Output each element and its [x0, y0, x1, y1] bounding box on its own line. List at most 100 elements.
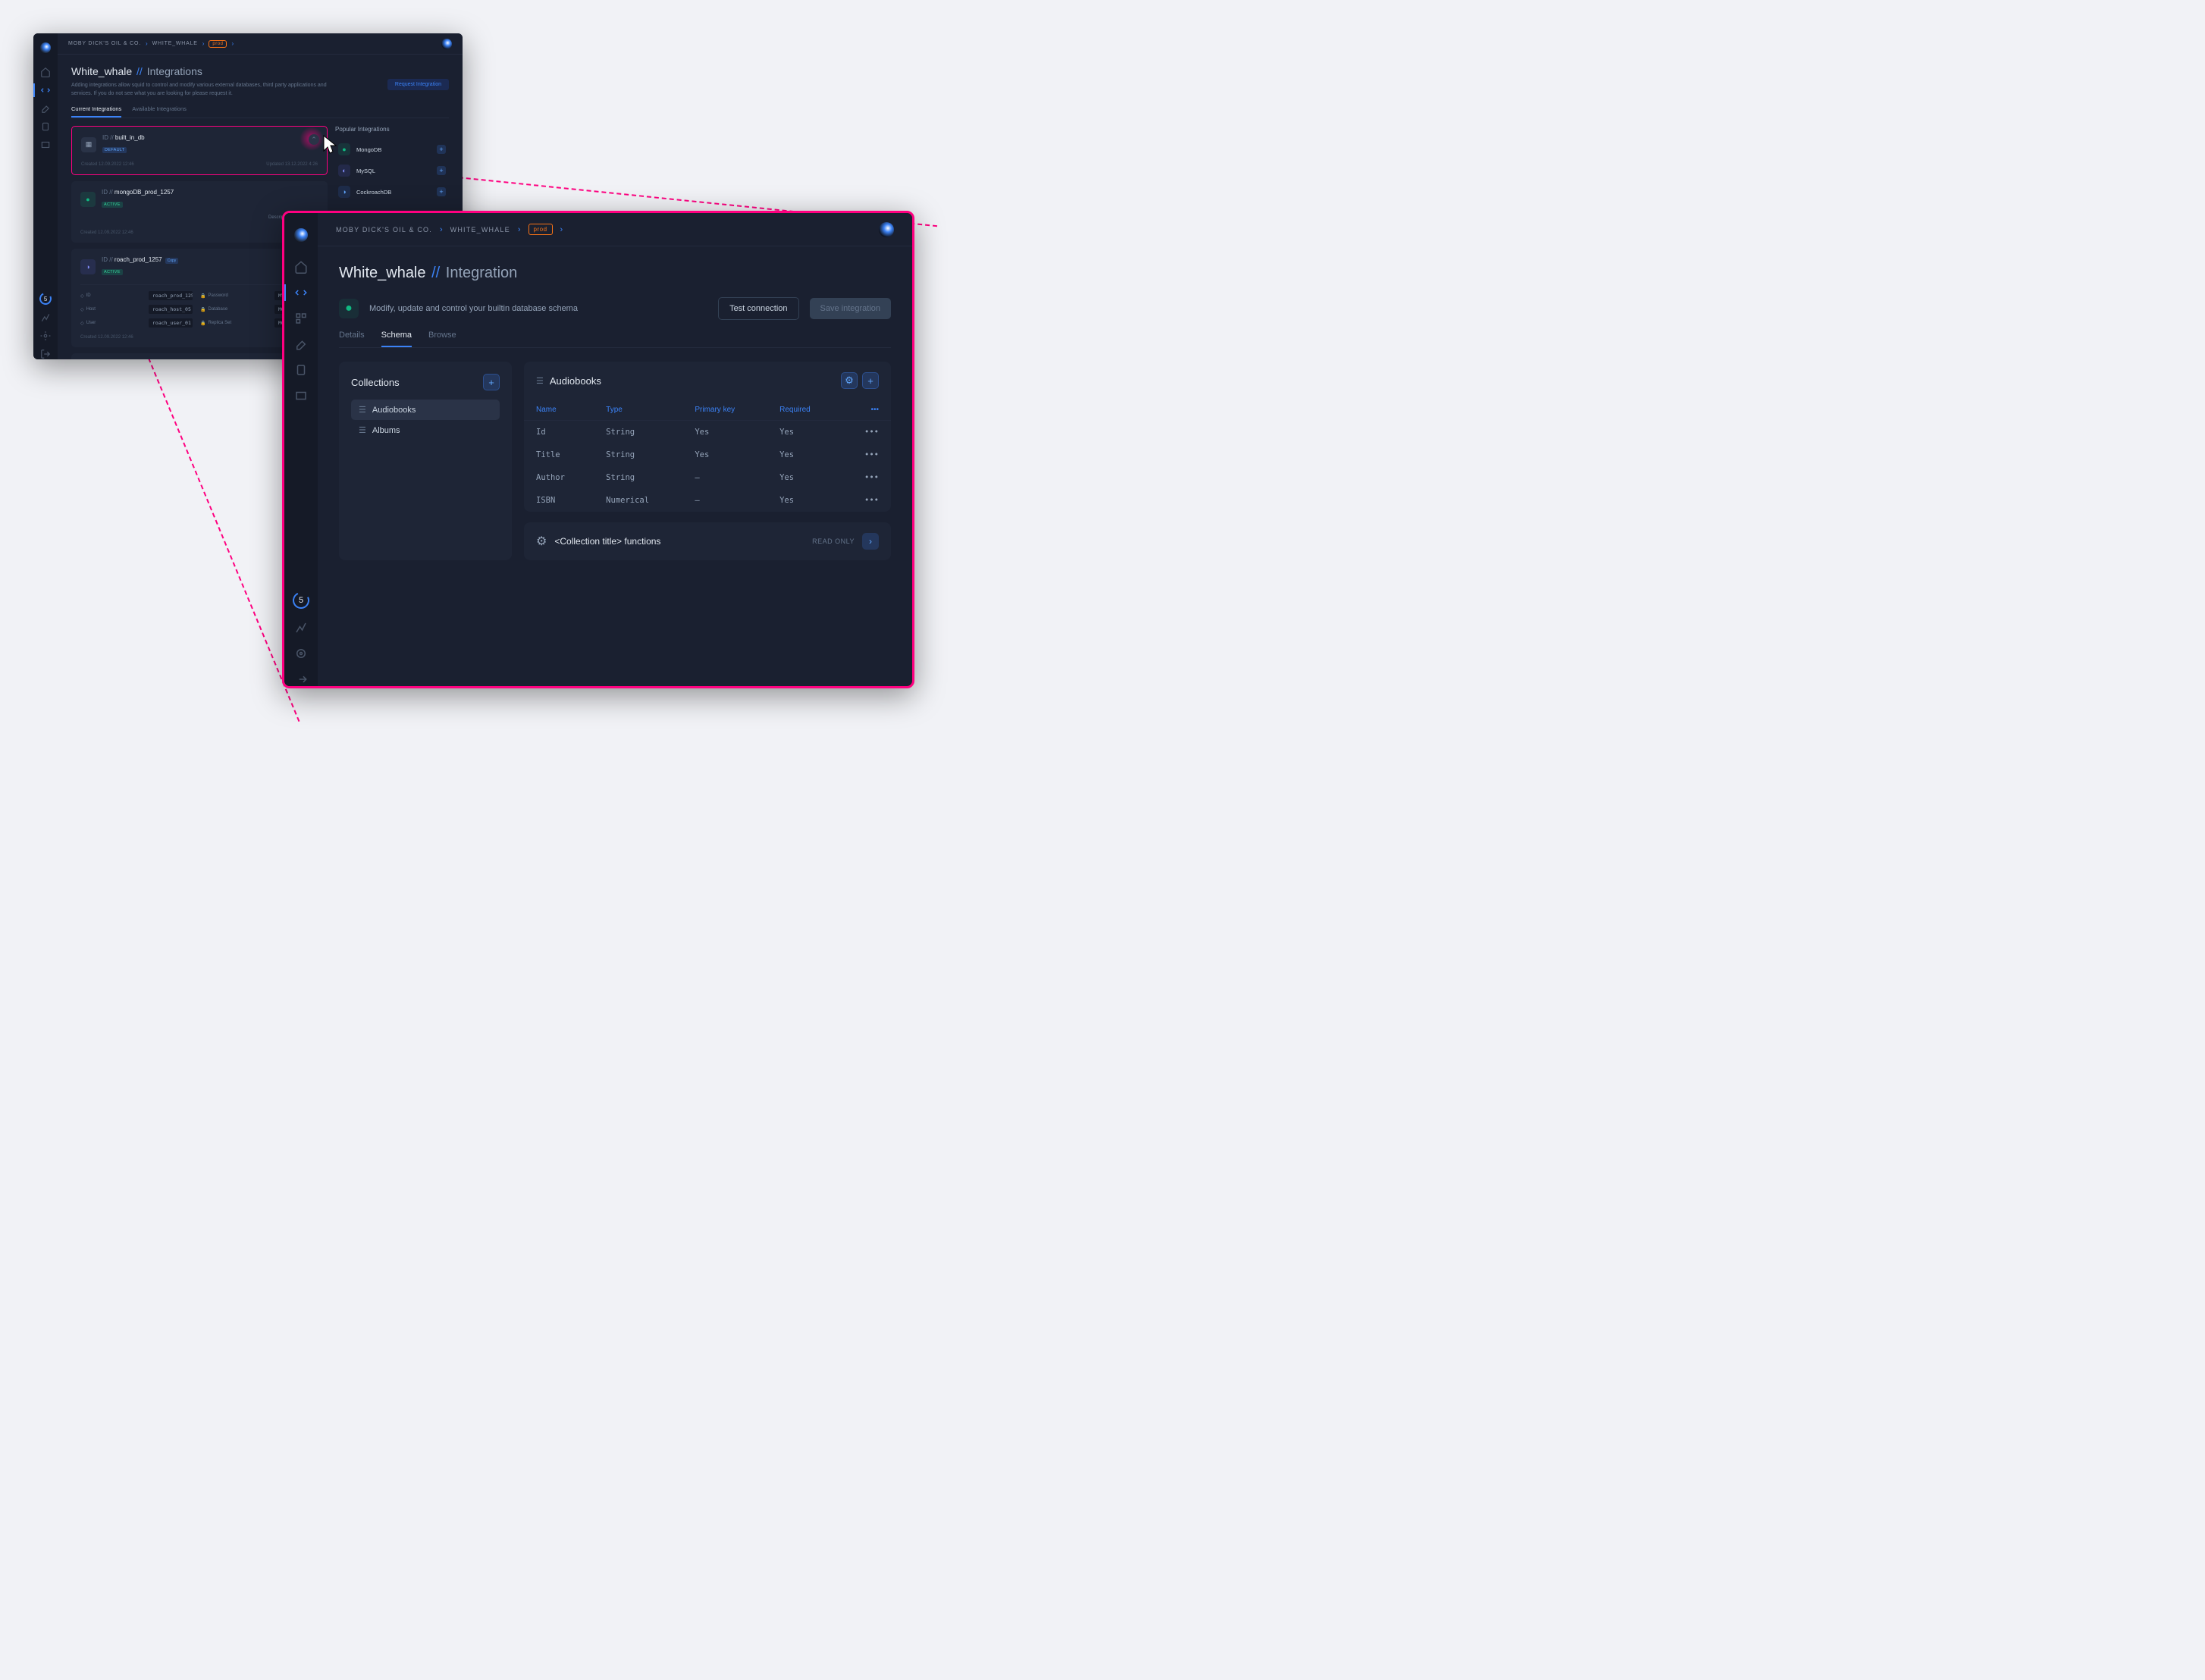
breadcrumb-project[interactable]: WHITE_WHALE: [152, 41, 198, 46]
created-timestamp: Created 12.09.2022 12:46: [80, 230, 133, 235]
col-required[interactable]: Required: [767, 400, 840, 421]
schema-fields-table: Name Type Primary key Required ••• IdStr…: [524, 400, 891, 512]
nav-logout-icon[interactable]: [294, 672, 308, 686]
sidebar: 5: [284, 213, 318, 686]
chevron-right-icon: ›: [231, 40, 234, 47]
collection-item-albums[interactable]: ☰ Albums: [351, 420, 500, 440]
status-active-badge: ACTIVE: [102, 202, 123, 208]
detail-value-user: roach_user_01: [149, 318, 193, 328]
add-integration-button[interactable]: +: [437, 145, 446, 154]
collection-icon: ☰: [359, 405, 366, 415]
cell-name: ISBN: [524, 489, 594, 512]
schema-table-panel: ☰ Audiobooks ⚙ + Name Type: [524, 362, 891, 512]
cockroach-icon: ◑: [80, 259, 96, 274]
nav-metrics-icon[interactable]: [294, 621, 308, 635]
col-actions[interactable]: •••: [840, 400, 891, 421]
row-actions-button[interactable]: •••: [840, 421, 891, 444]
row-actions-button[interactable]: •••: [840, 489, 891, 512]
detail-label-database: 🔒 Database: [200, 305, 267, 314]
created-timestamp: Created 12.09.2022 12:46: [80, 335, 133, 340]
mongodb-icon: ●: [80, 192, 96, 207]
collection-item-audiobooks[interactable]: ☰ Audiobooks: [351, 400, 500, 420]
chevron-right-icon: ›: [518, 225, 521, 234]
nav-tools-icon[interactable]: [40, 103, 51, 114]
integration-card-builtin[interactable]: ▦ ID // built_in_db DEFAULT ⌃ Created 12…: [71, 126, 328, 175]
updated-timestamp: Updated 13.12.2022 4:26: [266, 162, 318, 167]
usage-badge[interactable]: 5: [38, 291, 54, 307]
test-connection-button[interactable]: Test connection: [718, 297, 798, 320]
collapse-button[interactable]: ⌃: [309, 134, 319, 145]
nav-clipboard-icon[interactable]: [294, 363, 308, 377]
nav-tools-icon[interactable]: [294, 337, 308, 351]
cell-name: Title: [524, 444, 594, 466]
tab-available-integrations[interactable]: Available Integrations: [132, 105, 187, 118]
integration-title: ID // built_in_db: [102, 134, 145, 141]
copy-button[interactable]: Copy: [165, 258, 179, 264]
cockroach-icon: ◑: [338, 186, 350, 198]
breadcrumb-project[interactable]: WHITE_WHALE: [450, 226, 510, 234]
request-integration-button[interactable]: Request Integration: [387, 79, 449, 90]
col-name[interactable]: Name: [524, 400, 594, 421]
col-type[interactable]: Type: [594, 400, 682, 421]
col-primary-key[interactable]: Primary key: [682, 400, 767, 421]
expand-functions-button[interactable]: ›: [862, 533, 879, 550]
env-badge[interactable]: prod: [529, 224, 553, 235]
nav-home-icon[interactable]: [40, 67, 51, 77]
detail-label-user: ◇ User: [80, 318, 141, 328]
nav-metrics-icon[interactable]: [40, 312, 51, 323]
cell-req: Yes: [767, 466, 840, 489]
nav-settings-icon[interactable]: [294, 647, 308, 660]
tab-browse[interactable]: Browse: [428, 331, 456, 347]
nav-org-icon[interactable]: [294, 389, 308, 403]
cell-pk: Yes: [682, 421, 767, 444]
schema-settings-button[interactable]: ⚙: [841, 372, 858, 389]
account-avatar-icon[interactable]: [879, 222, 894, 237]
integration-detail-window: 5 MOBY DICK'S OIL & CO. › WHITE_WHALE › …: [282, 211, 914, 688]
product-logo: [294, 228, 308, 242]
cell-name: Id: [524, 421, 594, 444]
table-row: IdStringYesYes•••: [524, 421, 891, 444]
mysql-icon: ◐: [338, 165, 350, 177]
add-integration-button[interactable]: +: [437, 166, 446, 175]
cell-name: Author: [524, 466, 594, 489]
env-badge[interactable]: prod: [209, 40, 227, 48]
chevron-right-icon: ›: [440, 225, 443, 234]
table-row: TitleStringYesYes•••: [524, 444, 891, 466]
tab-details[interactable]: Details: [339, 331, 365, 347]
popular-item-mongodb: ● MongoDB +: [335, 139, 449, 160]
nav-backends-icon[interactable]: [294, 312, 308, 325]
nav-clipboard-icon[interactable]: [40, 121, 51, 132]
nav-org-icon[interactable]: [40, 139, 51, 150]
row-actions-button[interactable]: •••: [840, 444, 891, 466]
add-field-button[interactable]: +: [862, 372, 879, 389]
nav-home-icon[interactable]: [294, 260, 308, 274]
schema-table-heading: ☰ Audiobooks: [536, 375, 601, 387]
nav-integrations-icon[interactable]: [40, 85, 51, 96]
cell-type: String: [594, 444, 682, 466]
collection-icon: ☰: [359, 425, 366, 435]
collections-panel: Collections + ☰ Audiobooks ☰ Albums: [339, 362, 512, 560]
nav-settings-icon[interactable]: [40, 331, 51, 341]
integration-description: Modify, update and control your builtin …: [369, 304, 707, 313]
add-collection-button[interactable]: +: [483, 374, 500, 390]
tab-schema[interactable]: Schema: [381, 331, 412, 347]
row-actions-button[interactable]: •••: [840, 466, 891, 489]
table-row: AuthorString—Yes•••: [524, 466, 891, 489]
detail-value-host: roach_host_05: [149, 305, 193, 314]
breadcrumb-org[interactable]: MOBY DICK'S OIL & CO.: [68, 41, 141, 46]
breadcrumb-org[interactable]: MOBY DICK'S OIL & CO.: [336, 226, 432, 234]
save-integration-button[interactable]: Save integration: [810, 298, 892, 319]
created-timestamp: Created 12.09.2022 12:46: [81, 162, 134, 167]
detail-label-host: ◇ Host: [80, 305, 141, 314]
account-avatar-icon[interactable]: [441, 39, 452, 49]
add-integration-button[interactable]: +: [437, 187, 446, 196]
cell-pk: —: [682, 466, 767, 489]
nav-integrations-icon[interactable]: [294, 286, 308, 299]
cell-req: Yes: [767, 421, 840, 444]
collection-functions-bar[interactable]: ⚙ <Collection title> functions READ ONLY…: [524, 522, 891, 560]
integration-tabs: Current Integrations Available Integrati…: [71, 105, 449, 118]
functions-title: <Collection title> functions: [554, 536, 805, 547]
usage-badge[interactable]: 5: [290, 590, 312, 611]
tab-current-integrations[interactable]: Current Integrations: [71, 105, 121, 118]
nav-logout-icon[interactable]: [40, 349, 51, 359]
